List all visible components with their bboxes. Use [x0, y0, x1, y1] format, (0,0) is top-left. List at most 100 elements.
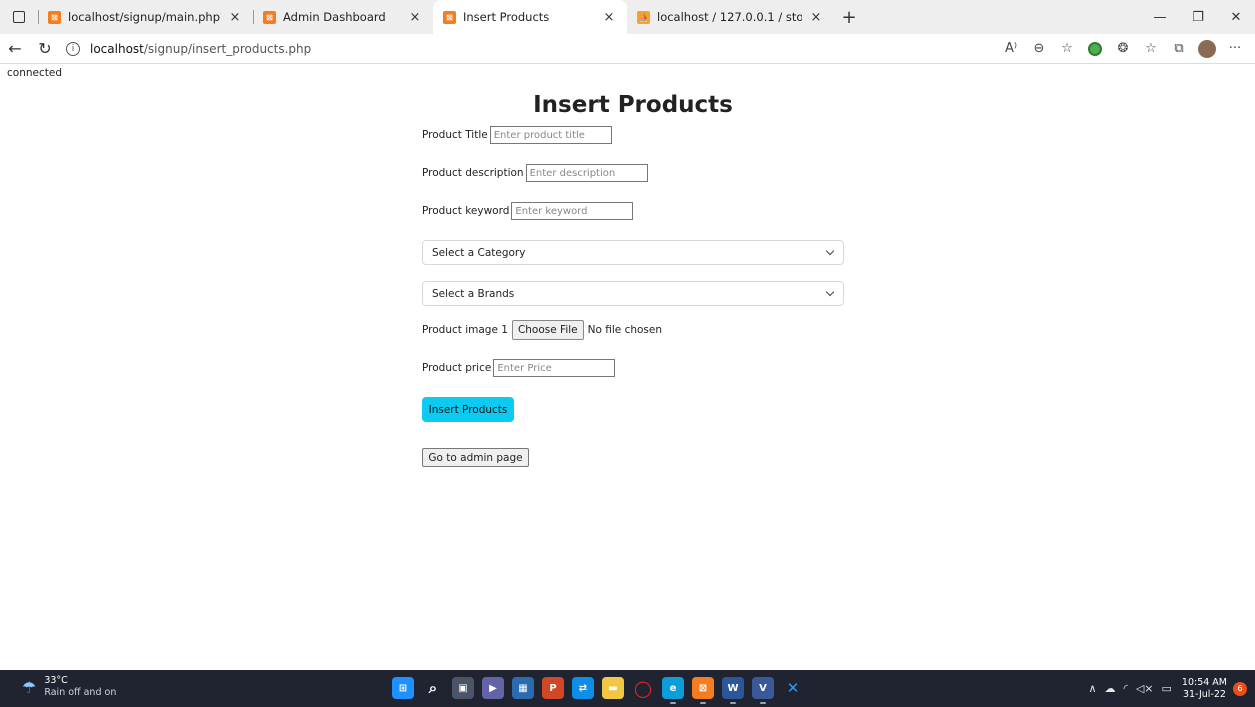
- product-keyword-label: Product keyword: [422, 205, 510, 217]
- collections-icon[interactable]: ⧉: [1165, 34, 1193, 64]
- page-content: connected Insert Products Product Title …: [0, 64, 1255, 670]
- file-explorer-icon[interactable]: ▬: [602, 677, 624, 699]
- powerpoint-icon[interactable]: P: [542, 677, 564, 699]
- tab-main[interactable]: ⊠ localhost/signup/main.php?cate ×: [38, 0, 253, 34]
- xampp-icon[interactable]: ⊠: [692, 677, 714, 704]
- profile-avatar[interactable]: [1193, 34, 1221, 64]
- extension-icon[interactable]: [1081, 34, 1109, 64]
- minimize-icon[interactable]: —: [1141, 0, 1179, 34]
- page-title: Insert Products: [533, 92, 733, 118]
- store-icon[interactable]: ▦: [512, 677, 534, 699]
- file-status: No file chosen: [587, 324, 663, 336]
- search-icon[interactable]: ⌕: [422, 677, 444, 699]
- product-description-label: Product description: [422, 167, 524, 179]
- temperature: 33°C: [44, 675, 68, 686]
- url-field[interactable]: i localhost /signup/insert_products.php: [66, 41, 997, 56]
- teamviewer-icon[interactable]: ⇄: [572, 677, 594, 699]
- tab-title: Admin Dashboard: [283, 10, 386, 24]
- word-icon[interactable]: W: [722, 677, 744, 704]
- close-icon[interactable]: ×: [227, 10, 243, 25]
- task-view-icon[interactable]: ▣: [452, 677, 474, 699]
- xampp-icon: ⊠: [443, 10, 456, 24]
- vscode-icon[interactable]: ✕: [782, 677, 804, 699]
- product-image-row: Product image 1 Choose File No file chos…: [422, 320, 662, 340]
- url-path: /signup/insert_products.php: [143, 41, 312, 56]
- close-window-icon[interactable]: ✕: [1217, 0, 1255, 34]
- globe-icon: [1088, 41, 1102, 56]
- close-icon[interactable]: ×: [407, 10, 423, 25]
- product-price-label: Product price: [422, 362, 492, 374]
- go-to-admin-button[interactable]: Go to admin page: [422, 448, 529, 467]
- browser-toolbar: A⁾ ⊖ ☆ ❂ ☆ ⧉ ···: [997, 34, 1249, 64]
- category-select-value: Select a Category: [432, 246, 526, 259]
- product-keyword-row: Product keyword: [422, 202, 634, 220]
- url-host: localhost: [90, 41, 144, 56]
- taskbar: ☂ 33°C Rain off and on ⊞ ⌕ ▣ ▶ ▦ P ⇄ ▬ ◯…: [0, 670, 1255, 707]
- zoom-icon[interactable]: ⊖: [1025, 34, 1053, 64]
- time: 10:54 AM: [1181, 676, 1227, 688]
- product-description-row: Product description: [422, 164, 648, 182]
- read-aloud-icon[interactable]: A⁾: [997, 34, 1025, 64]
- tab-phpmyadmin[interactable]: ⛵ localhost / 127.0.0.1 / store / pro ×: [627, 0, 834, 34]
- notification-badge[interactable]: 6: [1233, 681, 1247, 696]
- battery-icon[interactable]: ▭: [1162, 682, 1172, 695]
- info-icon[interactable]: i: [66, 41, 80, 56]
- volume-icon[interactable]: ◁×: [1136, 682, 1154, 695]
- back-icon[interactable]: ←: [0, 34, 30, 64]
- weather-widget[interactable]: ☂ 33°C Rain off and on: [22, 675, 116, 699]
- favorite-add-icon[interactable]: ☆: [1053, 34, 1081, 64]
- tab-actions-icon: [13, 11, 25, 23]
- weather-condition: Rain off and on: [44, 687, 117, 698]
- refresh-icon[interactable]: ↻: [30, 34, 60, 64]
- wifi-icon[interactable]: ◜: [1124, 682, 1128, 695]
- taskbar-apps: ⊞ ⌕ ▣ ▶ ▦ P ⇄ ▬ ◯ e ⊠ W V ✕: [388, 677, 808, 704]
- close-icon[interactable]: ×: [601, 10, 617, 25]
- close-icon[interactable]: ×: [808, 10, 824, 25]
- tab-title: Insert Products: [463, 10, 550, 24]
- avatar: [1198, 39, 1216, 58]
- product-title-row: Product Title: [422, 126, 612, 144]
- insert-products-button[interactable]: Insert Products: [422, 397, 514, 422]
- chevron-down-icon: [825, 246, 835, 256]
- choose-file-button[interactable]: Choose File: [511, 320, 584, 340]
- opera-icon[interactable]: ◯: [632, 677, 654, 699]
- system-tray: ∧ ☁ ◜ ◁× ▭ 10:54 AM 31-Jul-22 6: [1084, 670, 1247, 707]
- product-price-row: Product price: [422, 359, 616, 377]
- clock[interactable]: 10:54 AM 31-Jul-22: [1182, 677, 1227, 701]
- virtualbox-icon[interactable]: V: [752, 677, 774, 704]
- category-select[interactable]: Select a Category: [422, 240, 844, 265]
- product-description-input[interactable]: [525, 164, 648, 182]
- product-title-label: Product Title: [422, 129, 488, 141]
- chevron-up-icon[interactable]: ∧: [1088, 682, 1096, 695]
- connection-status: connected: [7, 67, 62, 79]
- xampp-icon: ⊠: [263, 10, 276, 24]
- edge-icon[interactable]: e: [662, 677, 684, 704]
- brand-select-value: Select a Brands: [432, 287, 515, 300]
- date: 31-Jul-22: [1182, 688, 1226, 700]
- tab-strip: ⊠ localhost/signup/main.php?cate × ⊠ Adm…: [0, 0, 1255, 34]
- umbrella-icon: ☂: [22, 677, 37, 697]
- phpmyadmin-icon: ⛵: [637, 10, 650, 24]
- tab-title: localhost / 127.0.0.1 / store / pro: [657, 10, 802, 24]
- tab-admin-dashboard[interactable]: ⊠ Admin Dashboard ×: [253, 0, 433, 34]
- product-image-label: Product image 1: [422, 324, 508, 336]
- tab-insert-products[interactable]: ⊠ Insert Products ×: [433, 0, 627, 34]
- restore-icon[interactable]: ❐: [1179, 0, 1217, 34]
- product-price-input[interactable]: [493, 359, 616, 377]
- xampp-icon: ⊠: [48, 10, 61, 24]
- onedrive-icon[interactable]: ☁: [1105, 682, 1116, 695]
- address-bar: ← ↻ i localhost /signup/insert_products.…: [0, 34, 1255, 64]
- more-icon[interactable]: ···: [1221, 34, 1249, 64]
- start-icon[interactable]: ⊞: [392, 677, 414, 699]
- teams-icon[interactable]: ▶: [482, 677, 504, 699]
- favorites-icon[interactable]: ☆: [1137, 34, 1165, 64]
- tab-title: localhost/signup/main.php?cate: [68, 10, 221, 24]
- new-tab-button[interactable]: +: [834, 0, 864, 34]
- product-keyword-input[interactable]: [511, 202, 634, 220]
- tab-actions-button[interactable]: [0, 0, 38, 34]
- window-controls: — ❐ ✕: [1141, 0, 1255, 34]
- chevron-down-icon: [825, 287, 835, 297]
- product-title-input[interactable]: [489, 126, 612, 144]
- brand-select[interactable]: Select a Brands: [422, 281, 844, 306]
- copilot-icon[interactable]: ❂: [1109, 34, 1137, 64]
